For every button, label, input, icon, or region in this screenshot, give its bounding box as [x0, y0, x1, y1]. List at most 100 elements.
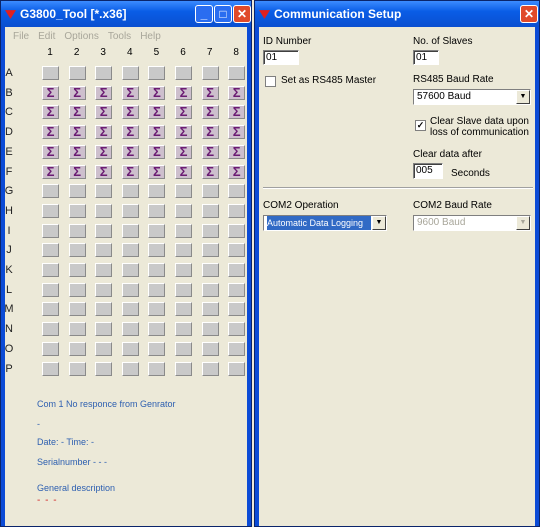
slaves-input[interactable]: 01 [413, 50, 439, 65]
grid-cell[interactable] [175, 341, 192, 356]
grid-cell[interactable] [201, 203, 219, 218]
sigma-cell[interactable]: Σ [42, 164, 59, 179]
rs485-baud-select[interactable]: 57600 Baud ▼ [413, 89, 531, 105]
minimize-button[interactable]: _ [195, 5, 213, 23]
sigma-cell[interactable]: Σ [201, 85, 219, 100]
sigma-cell[interactable]: Σ [68, 105, 86, 120]
grid-cell[interactable] [148, 263, 166, 277]
grid-cell[interactable] [148, 184, 166, 199]
grid-cell[interactable] [148, 66, 166, 80]
grid-cell[interactable] [95, 282, 113, 297]
sigma-cell[interactable]: Σ [148, 85, 166, 100]
sigma-cell[interactable]: Σ [95, 85, 113, 100]
sigma-cell[interactable]: Σ [228, 144, 246, 159]
sigma-cell[interactable]: Σ [175, 144, 192, 159]
grid-cell[interactable] [148, 361, 166, 376]
dropdown-arrow-icon[interactable]: ▼ [516, 90, 530, 104]
grid-cell[interactable] [175, 282, 192, 297]
close-button[interactable]: ✕ [233, 5, 251, 23]
grid-cell[interactable] [148, 282, 166, 297]
grid-cell[interactable] [175, 66, 192, 80]
grid-cell[interactable] [228, 243, 246, 258]
grid-cell[interactable] [121, 341, 139, 356]
sigma-cell[interactable]: Σ [148, 125, 166, 140]
grid-cell[interactable] [228, 223, 246, 238]
sigma-cell[interactable]: Σ [175, 164, 192, 179]
grid-cell[interactable] [42, 243, 59, 258]
grid-cell[interactable] [175, 263, 192, 277]
grid-cell[interactable] [68, 322, 86, 337]
grid-cell[interactable] [68, 263, 86, 277]
grid-cell[interactable] [68, 223, 86, 238]
grid-cell[interactable] [148, 223, 166, 238]
menu-help[interactable]: Help [140, 31, 161, 42]
grid-cell[interactable] [148, 322, 166, 337]
grid-cell[interactable] [95, 322, 113, 337]
grid-cell[interactable] [68, 243, 86, 258]
grid-cell[interactable] [95, 203, 113, 218]
grid-cell[interactable] [95, 341, 113, 356]
grid-cell[interactable] [95, 243, 113, 258]
grid-cell[interactable] [68, 361, 86, 376]
grid-cell[interactable] [201, 282, 219, 297]
grid-cell[interactable] [68, 282, 86, 297]
grid-cell[interactable] [95, 184, 113, 199]
dropdown-arrow-icon[interactable]: ▼ [516, 216, 530, 230]
sigma-cell[interactable]: Σ [201, 164, 219, 179]
dialog-close-button[interactable]: ✕ [520, 5, 538, 23]
sigma-cell[interactable]: Σ [121, 105, 139, 120]
grid-cell[interactable] [175, 302, 192, 317]
menu-tools[interactable]: Tools [108, 31, 131, 42]
grid-cell[interactable] [148, 243, 166, 258]
grid-cell[interactable] [42, 341, 59, 356]
grid-cell[interactable] [201, 341, 219, 356]
sigma-cell[interactable]: Σ [121, 164, 139, 179]
dropdown-arrow-icon[interactable]: ▼ [372, 216, 386, 230]
sigma-cell[interactable]: Σ [148, 144, 166, 159]
grid-cell[interactable] [121, 322, 139, 337]
sigma-cell[interactable]: Σ [42, 144, 59, 159]
sigma-cell[interactable]: Σ [95, 105, 113, 120]
menu-edit[interactable]: Edit [38, 31, 55, 42]
grid-cell[interactable] [121, 184, 139, 199]
main-titlebar[interactable]: G3800_Tool [*.x36] _ □ ✕ [1, 1, 251, 27]
grid-cell[interactable] [42, 282, 59, 297]
sigma-cell[interactable]: Σ [228, 125, 246, 140]
sigma-cell[interactable]: Σ [201, 105, 219, 120]
grid-cell[interactable] [175, 243, 192, 258]
grid-cell[interactable] [228, 361, 246, 376]
sigma-cell[interactable]: Σ [121, 125, 139, 140]
sigma-cell[interactable]: Σ [68, 85, 86, 100]
grid-cell[interactable] [42, 322, 59, 337]
sigma-cell[interactable]: Σ [121, 85, 139, 100]
grid-cell[interactable] [42, 263, 59, 277]
grid-cell[interactable] [228, 263, 246, 277]
sigma-cell[interactable]: Σ [175, 125, 192, 140]
grid-cell[interactable] [175, 322, 192, 337]
grid-cell[interactable] [148, 341, 166, 356]
grid-cell[interactable] [201, 243, 219, 258]
grid-cell[interactable] [175, 184, 192, 199]
menu-file[interactable]: File [13, 31, 29, 42]
sigma-cell[interactable]: Σ [68, 125, 86, 140]
grid-cell[interactable] [228, 341, 246, 356]
grid-cell[interactable] [228, 203, 246, 218]
grid-cell[interactable] [201, 184, 219, 199]
menu-options[interactable]: Options [64, 31, 98, 42]
sigma-cell[interactable]: Σ [95, 164, 113, 179]
id-number-input[interactable]: 01 [263, 50, 299, 65]
grid-cell[interactable] [42, 302, 59, 317]
grid-cell[interactable] [175, 361, 192, 376]
grid-cell[interactable] [68, 184, 86, 199]
sigma-cell[interactable]: Σ [175, 85, 192, 100]
clear-slave-checkbox[interactable]: ✓ [415, 120, 426, 131]
grid-cell[interactable] [121, 302, 139, 317]
grid-cell[interactable] [175, 223, 192, 238]
grid-cell[interactable] [228, 302, 246, 317]
com2-operation-select[interactable]: Automatic Data Logging ▼ [263, 215, 387, 231]
sigma-cell[interactable]: Σ [42, 105, 59, 120]
grid-cell[interactable] [201, 361, 219, 376]
grid-cell[interactable] [95, 302, 113, 317]
grid-cell[interactable] [175, 203, 192, 218]
grid-cell[interactable] [201, 263, 219, 277]
